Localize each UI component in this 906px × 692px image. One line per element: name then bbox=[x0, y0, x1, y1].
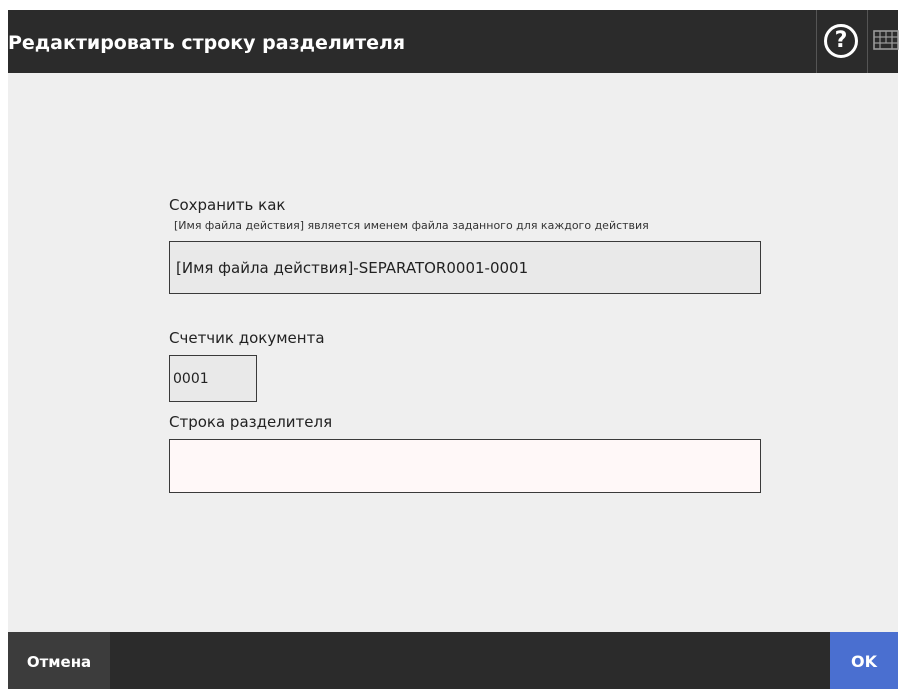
separator-string-label: Строка разделителя bbox=[169, 413, 333, 431]
separator-string-input[interactable] bbox=[169, 439, 761, 493]
doc-counter-label: Счетчик документа bbox=[169, 329, 325, 347]
cancel-button[interactable]: Отмена bbox=[8, 632, 110, 689]
dialog-screen: Редактировать строку разделителя ? Сохра… bbox=[8, 10, 899, 689]
ok-button[interactable]: OK bbox=[830, 632, 898, 689]
footer-bar: Отмена OK bbox=[8, 632, 898, 689]
header-bar: Редактировать строку разделителя ? bbox=[8, 10, 899, 73]
save-as-note: [Имя файла действия] является именем фай… bbox=[174, 219, 649, 232]
keyboard-button[interactable] bbox=[867, 10, 899, 73]
page-title: Редактировать строку разделителя bbox=[8, 32, 406, 54]
help-circle-icon: ? bbox=[824, 24, 858, 58]
doc-counter-field: 0001 bbox=[169, 355, 257, 402]
keyboard-icon bbox=[873, 30, 899, 50]
save-as-field: [Имя файла действия]-SEPARATOR0001-0001 bbox=[169, 241, 761, 294]
save-as-label: Сохранить как bbox=[169, 196, 286, 214]
help-button[interactable]: ? bbox=[816, 10, 866, 73]
